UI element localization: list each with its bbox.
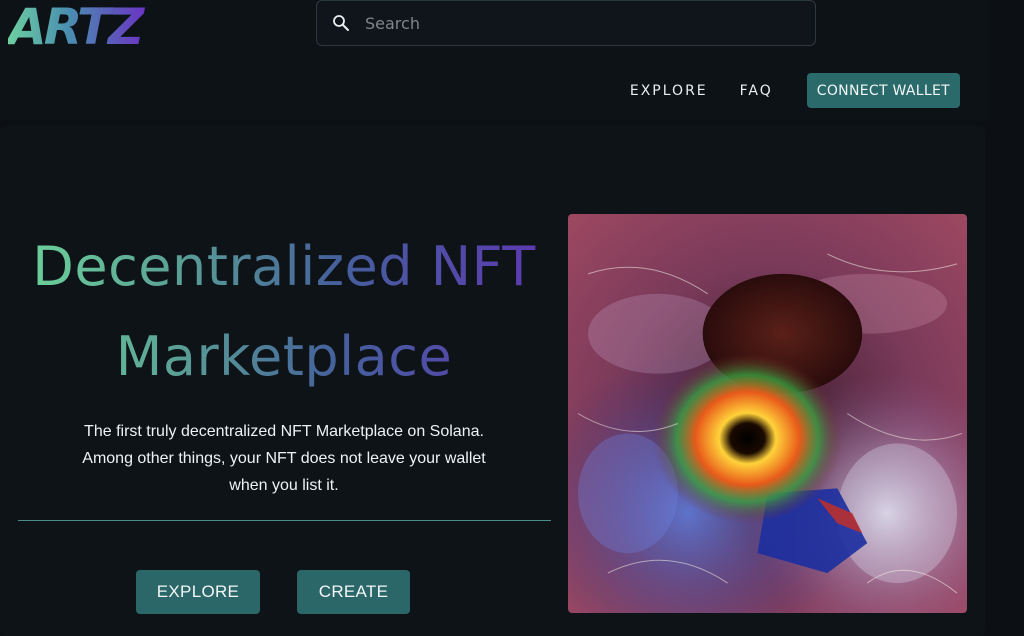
main-nav: EXPLORE FAQ CONNECT WALLET (630, 73, 960, 108)
search-input[interactable] (365, 1, 815, 45)
nav-explore-link[interactable]: EXPLORE (630, 83, 708, 99)
hero-title-line2: Marketplace (115, 325, 453, 388)
search-icon (333, 15, 349, 31)
create-button[interactable]: CREATE (297, 570, 410, 614)
hero-title: Decentralized NFT Marketplace (18, 222, 550, 402)
hero-title-line1: Decentralized NFT (32, 235, 536, 298)
nav-faq-link[interactable]: FAQ (740, 83, 773, 99)
search-bar[interactable] (316, 0, 816, 46)
hero-description: The first truly decentralized NFT Market… (82, 423, 486, 494)
explore-button[interactable]: EXPLORE (136, 570, 260, 614)
hero-section: Decentralized NFT Marketplace The first … (0, 126, 985, 636)
page: ARTZ EXPLORE FAQ CONNECT WALLET Decentra… (0, 0, 1024, 636)
top-header: ARTZ EXPLORE FAQ CONNECT WALLET (0, 0, 988, 120)
artz-logo[interactable]: ARTZ (8, 0, 148, 46)
connect-wallet-button[interactable]: CONNECT WALLET (806, 73, 960, 108)
svg-text:ARTZ: ARTZ (8, 0, 146, 46)
hero-divider (18, 520, 551, 521)
nft-artwork-image (568, 214, 967, 613)
